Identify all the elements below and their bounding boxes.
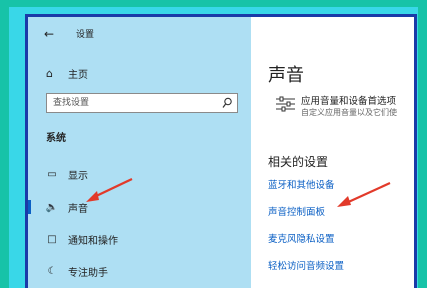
- annotation-arrows: [86, 178, 391, 207]
- annotation-arrow-icon: [86, 178, 133, 202]
- annotation-arrow-icon: [337, 181, 391, 207]
